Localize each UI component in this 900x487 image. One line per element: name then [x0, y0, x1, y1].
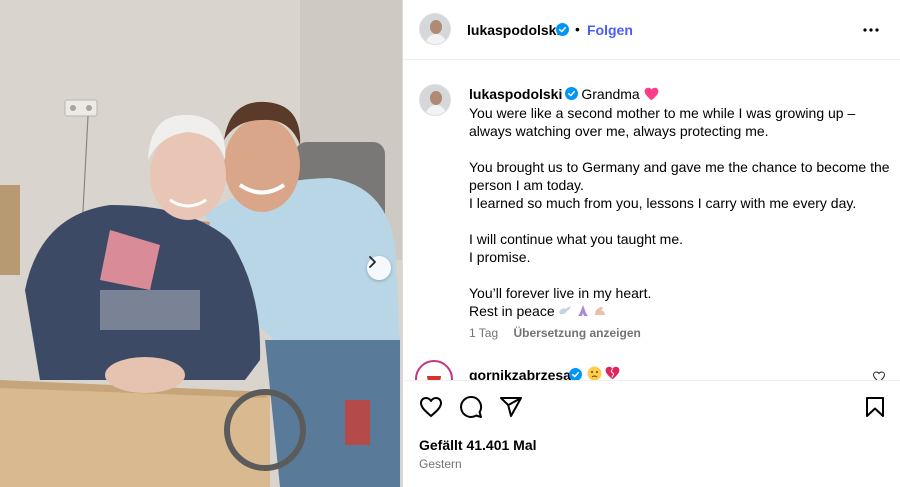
verified-badge-icon [556, 23, 569, 36]
post-actions: Gefällt 41.401 Mal Gestern [403, 380, 900, 487]
caption-meta: 1 Tag Übersetzung anzeigen [469, 326, 641, 340]
caption-line: You brought us to Germany and gave me th… [469, 159, 890, 175]
verified-badge-icon [569, 368, 582, 380]
more-options-icon [863, 28, 879, 32]
avatar-image [420, 85, 450, 115]
crying-face-emoji-icon [587, 366, 602, 380]
post-time[interactable]: 1 Tag [469, 326, 498, 340]
caption-author-username[interactable]: lukaspodolski [469, 86, 562, 102]
caption-title: Grandma [581, 86, 640, 102]
post-header: lukaspodolski • Folgen [403, 0, 900, 60]
separator-dot: • [575, 21, 580, 37]
pink-heart-emoji-icon [644, 87, 659, 101]
caption-line-last: Rest in peace [469, 302, 893, 322]
broken-heart-emoji-icon [605, 366, 620, 380]
flexed-biceps-emoji-icon [595, 307, 606, 315]
more-options-button[interactable] [859, 18, 883, 42]
follow-button[interactable]: Folgen [587, 22, 633, 38]
comment-like-icon[interactable] [873, 371, 885, 380]
post-date: Gestern [419, 457, 462, 471]
caption-line: I promise. [469, 249, 531, 265]
caption-emojis [558, 304, 608, 322]
caption-line: person I am today. [469, 177, 584, 193]
avatar-image [420, 14, 450, 44]
caption-line: I learned so much from you, lessons I ca… [469, 195, 857, 211]
dove-emoji-icon [558, 306, 571, 315]
post-detail-panel: lukaspodolski • Folgen lukaspodolski Gran… [402, 0, 900, 487]
heart-icon[interactable] [419, 395, 443, 419]
caption-text: You were like a second mother to me whil… [469, 104, 893, 322]
photo-illustration [0, 0, 402, 487]
caption-header: lukaspodolski Grandma [469, 86, 659, 102]
bookmark-icon[interactable] [863, 395, 887, 419]
praying-hands-emoji-icon [577, 305, 588, 316]
comment-author-username[interactable]: gornikzabrzesa [469, 367, 571, 380]
next-arrow-icon [369, 256, 376, 268]
caption-author-avatar[interactable] [419, 84, 451, 116]
caption-line: Rest in peace [469, 303, 555, 319]
comment-icon[interactable] [459, 395, 483, 419]
caption-line: I will continue what you taught me. [469, 231, 684, 247]
comment-item: gornikzabrzesa [403, 356, 900, 380]
verified-badge-icon [565, 87, 579, 100]
post-photo [0, 0, 402, 487]
like-count[interactable]: Gefällt 41.401 Mal [419, 437, 537, 453]
club-logo-icon [420, 365, 448, 380]
caption-section: lukaspodolski Grandma You were like a sec… [403, 60, 900, 365]
author-username[interactable]: lukaspodolski [467, 22, 560, 38]
caption-line: You were like a second mother to me whil… [469, 105, 856, 121]
next-image-button[interactable] [367, 256, 391, 280]
caption-line: always watching over me, always protecti… [469, 123, 769, 139]
author-avatar[interactable] [419, 13, 451, 45]
share-icon[interactable] [499, 395, 523, 419]
comment-author-avatar[interactable] [415, 360, 453, 380]
translate-link[interactable]: Übersetzung anzeigen [513, 326, 640, 340]
caption-line: You’ll forever live in my heart. [469, 285, 652, 301]
